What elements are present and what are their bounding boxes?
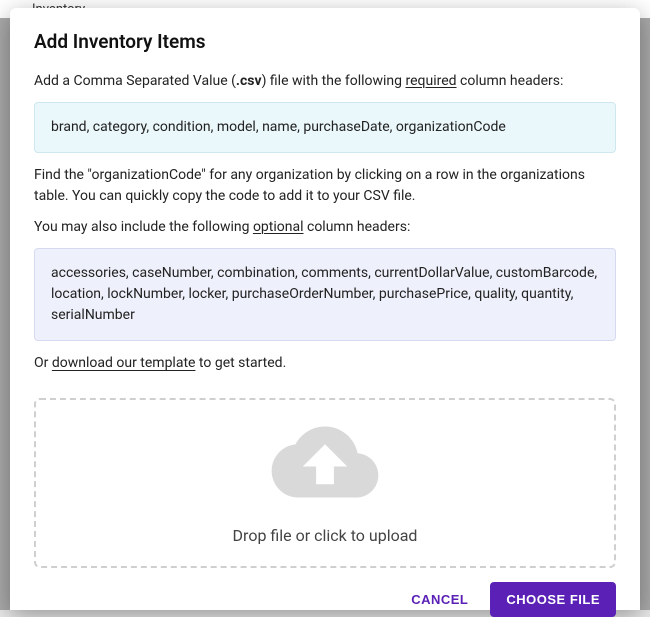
upload-cloud-icon bbox=[270, 422, 380, 506]
file-dropzone[interactable]: Drop file or click to upload bbox=[34, 398, 616, 568]
required-headers-box: brand, category, condition, model, name,… bbox=[34, 102, 616, 153]
optional-headers-list: accessories, caseNumber, combination, co… bbox=[51, 265, 597, 323]
template-line: Or download our template to get started. bbox=[34, 353, 616, 374]
optional-intro-prefix: You may also include the following bbox=[34, 219, 253, 235]
choose-file-button[interactable]: CHOOSE FILE bbox=[490, 582, 616, 617]
optional-headers-box: accessories, caseNumber, combination, co… bbox=[34, 248, 616, 341]
required-word: required bbox=[405, 73, 456, 89]
template-prefix: Or bbox=[34, 355, 52, 371]
optional-intro-suffix: column headers: bbox=[304, 219, 411, 235]
modal-title: Add Inventory Items bbox=[34, 30, 616, 53]
cancel-button[interactable]: CANCEL bbox=[407, 584, 472, 615]
optional-intro-text: You may also include the following optio… bbox=[34, 217, 616, 238]
download-template-link[interactable]: download our template bbox=[52, 355, 196, 371]
org-code-help-text: Find the "organizationCode" for any orga… bbox=[34, 165, 616, 207]
template-suffix: to get started. bbox=[195, 355, 286, 371]
intro-text: Add a Comma Separated Value (.csv) file … bbox=[34, 71, 616, 92]
add-inventory-items-modal: Add Inventory Items Add a Comma Separate… bbox=[10, 8, 640, 610]
intro-text-suffix: column headers: bbox=[457, 73, 564, 89]
dropzone-label: Drop file or click to upload bbox=[233, 526, 418, 545]
intro-text-mid: ) file with the following bbox=[262, 73, 406, 89]
optional-word: optional bbox=[253, 219, 304, 235]
required-headers-list: brand, category, condition, model, name,… bbox=[51, 119, 506, 135]
csv-extension-text: .csv bbox=[236, 73, 262, 89]
intro-text-prefix: Add a Comma Separated Value ( bbox=[34, 73, 236, 89]
